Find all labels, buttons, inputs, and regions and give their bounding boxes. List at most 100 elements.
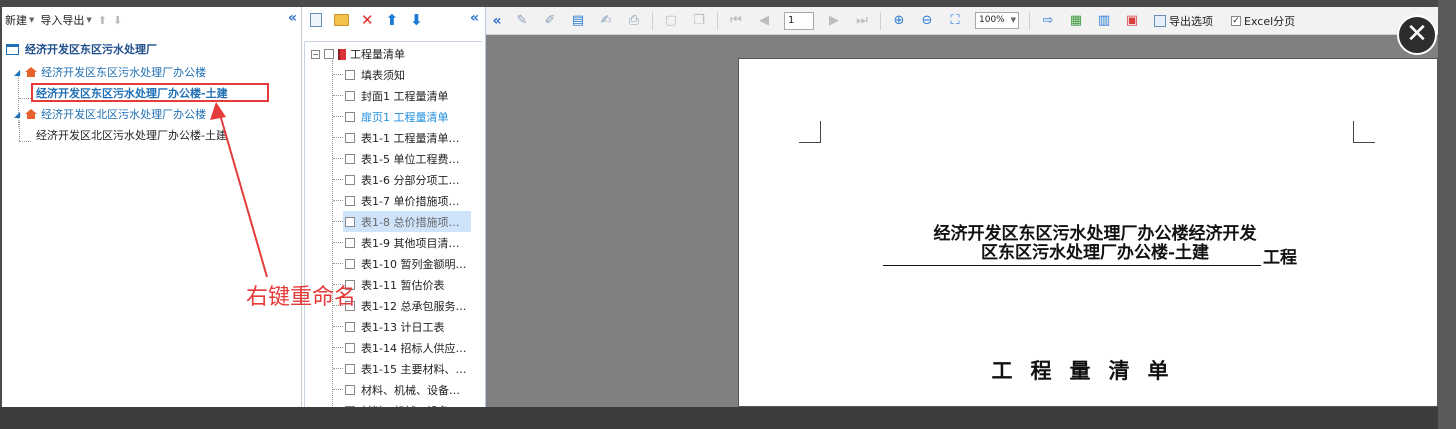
separator xyxy=(717,11,718,30)
export-icon[interactable]: ⇨ xyxy=(1034,13,1062,28)
export-options-button[interactable]: 导出选项 xyxy=(1154,13,1213,29)
report-page: 经济开发区东区污水处理厂办公楼经济开发 区东区污水处理厂办公楼-土建 工程 工程… xyxy=(738,58,1438,407)
separator xyxy=(880,11,881,30)
report-list-item-label: 填表须知 xyxy=(361,68,405,82)
tree-line xyxy=(19,98,31,99)
page-setup-icon[interactable]: ▤ xyxy=(564,13,592,28)
chevron-down-icon: ▼ xyxy=(1010,16,1016,24)
report-list-item[interactable]: 表1-6 分部分项工… xyxy=(345,169,473,190)
last-page-icon[interactable]: ⏭ xyxy=(848,13,876,28)
tree-root[interactable]: 经济开发区东区污水处理厂 xyxy=(6,41,157,57)
export-excel-icon[interactable]: ▦ xyxy=(1062,13,1090,28)
first-page-icon[interactable]: ⏮ xyxy=(722,13,750,28)
report-list-item-label: 表1-6 分部分项工… xyxy=(361,173,460,187)
tree-item-building-east[interactable]: ◢ 经济开发区东区污水处理厂办公楼 xyxy=(14,64,206,80)
next-page-icon[interactable]: ▶ xyxy=(820,13,848,28)
new-report-icon[interactable] xyxy=(310,13,322,27)
report-list-item-label: 材料、机械、设备… xyxy=(361,383,460,397)
move-down-icon[interactable]: ⬇ xyxy=(410,11,423,29)
print-icon[interactable]: ⎙ xyxy=(620,13,648,28)
multi-page-icon[interactable]: ❐ xyxy=(685,13,713,28)
checkbox[interactable] xyxy=(345,342,355,353)
excel-paging-checkbox[interactable]: ✓ Excel分页 xyxy=(1231,13,1295,29)
report-list-item[interactable]: 材料、机械、设备… xyxy=(345,400,473,407)
report-list-item[interactable]: 表1-13 计日工表 xyxy=(345,316,473,337)
checkbox[interactable] xyxy=(345,132,355,143)
report-list-item-label: 表1-13 计日工表 xyxy=(361,320,445,334)
fit-page-icon[interactable]: ⛶ xyxy=(941,13,969,28)
title-underline xyxy=(883,265,1261,266)
collapse-panel-icon[interactable]: « xyxy=(288,10,297,26)
folder-icon[interactable] xyxy=(334,14,349,26)
edit-icon[interactable]: ✎ xyxy=(508,13,536,28)
tree-item-building-north[interactable]: ◢ 经济开发区北区污水处理厂办公楼 xyxy=(14,106,206,122)
page-number-input[interactable]: 1 xyxy=(784,11,814,30)
tree-line xyxy=(333,200,343,201)
checkbox[interactable] xyxy=(345,384,355,395)
report-list-item-label: 表1-1 工程量清单… xyxy=(361,131,460,145)
tree-item-east-civil[interactable]: 经济开发区东区污水处理厂办公楼-土建 xyxy=(36,85,228,101)
report-root[interactable]: − 工程量清单 xyxy=(311,44,405,64)
report-list-item[interactable]: 表1-5 单位工程费… xyxy=(345,148,473,169)
checkbox[interactable] xyxy=(345,174,355,185)
move-down-icon[interactable]: ⬇ xyxy=(113,14,122,27)
tree-line xyxy=(333,74,343,75)
report-preview: « ✎ ✐ ▤ ✍ ⎙ ▢ ❐ ⏮ ◀ 1 ▶ ⏭ ⊕ ⊖ ⛶ 100% ▼ ⇨ xyxy=(486,7,1438,407)
book-icon xyxy=(338,48,346,60)
report-list-item[interactable]: 材料、机械、设备… xyxy=(345,379,473,400)
tree-line xyxy=(333,242,343,243)
zoom-in-icon[interactable]: ⊕ xyxy=(885,13,913,28)
report-list-item[interactable]: 表1-12 总承包服务… xyxy=(345,295,473,316)
report-list-item[interactable]: 扉页1 工程量清单 xyxy=(345,106,473,127)
checkbox[interactable] xyxy=(345,237,355,248)
export-word-icon[interactable]: ▥ xyxy=(1090,13,1118,28)
report-list-item[interactable]: 表1-1 工程量清单… xyxy=(345,127,473,148)
left-toolbar: 新建 ▼ 导入导出 ▼ ⬆ ⬇ xyxy=(2,7,301,33)
collapse-panel-icon[interactable]: « xyxy=(486,13,508,29)
chevron-down-icon: ▼ xyxy=(29,16,35,24)
report-list-item[interactable]: 表1-14 招标人供应… xyxy=(345,337,473,358)
delete-icon[interactable]: ✕ xyxy=(361,11,374,29)
report-list-item-label: 封面1 工程量清单 xyxy=(361,89,449,103)
checkbox[interactable] xyxy=(345,216,355,227)
expand-triangle-icon[interactable]: ◢ xyxy=(14,110,20,119)
checkbox[interactable] xyxy=(345,258,355,269)
report-list-item[interactable]: 表1-9 其他项目清… xyxy=(345,232,473,253)
collapse-icon[interactable]: − xyxy=(311,49,320,59)
tree-line xyxy=(333,221,343,222)
report-list-item[interactable]: 表1-10 暂列金额明… xyxy=(345,253,473,274)
move-up-icon[interactable]: ⬆ xyxy=(386,11,399,29)
move-up-icon[interactable]: ⬆ xyxy=(98,14,107,27)
new-button[interactable]: 新建 ▼ xyxy=(5,12,34,28)
export-pdf-icon[interactable]: ▣ xyxy=(1118,13,1146,28)
report-list-item[interactable]: 封面1 工程量清单 xyxy=(345,85,473,106)
close-icon[interactable]: ✕ xyxy=(1397,15,1437,55)
report-list-item[interactable]: 表1-15 主要材料、… xyxy=(345,358,473,379)
report-list-item-label: 表1-8 总价措施项… xyxy=(361,215,460,229)
checkbox[interactable] xyxy=(345,363,355,374)
checkbox[interactable] xyxy=(324,49,334,59)
report-list-item[interactable]: 填表须知 xyxy=(345,64,473,85)
import-export-button[interactable]: 导入导出 ▼ xyxy=(40,12,91,28)
expand-triangle-icon[interactable]: ◢ xyxy=(14,68,20,77)
zoom-select[interactable]: 100% ▼ xyxy=(975,12,1019,29)
prev-page-icon[interactable]: ◀ xyxy=(750,13,778,28)
edit-report-icon[interactable]: ✍ xyxy=(592,13,620,28)
checkbox[interactable] xyxy=(345,321,355,332)
report-list-item[interactable]: 表1-8 总价措施项… xyxy=(343,211,471,232)
home-icon xyxy=(25,109,38,119)
report-list-item[interactable]: 表1-7 单价措施项… xyxy=(345,190,473,211)
report-list-item-label: 扉页1 工程量清单 xyxy=(361,110,449,124)
checkbox[interactable] xyxy=(345,90,355,101)
tree-item-north-civil[interactable]: 经济开发区北区污水处理厂办公楼-土建 xyxy=(36,127,227,143)
checkbox[interactable] xyxy=(345,195,355,206)
report-list-item[interactable]: 表1-11 暂估价表 xyxy=(345,274,473,295)
collapse-panel-icon[interactable]: « xyxy=(470,10,479,26)
checkbox[interactable] xyxy=(345,153,355,164)
single-page-icon[interactable]: ▢ xyxy=(657,13,685,28)
zoom-out-icon[interactable]: ⊖ xyxy=(913,13,941,28)
design-icon[interactable]: ✐ xyxy=(536,13,564,28)
checkbox[interactable] xyxy=(345,69,355,80)
check-icon: ✓ xyxy=(1231,15,1241,26)
checkbox[interactable] xyxy=(345,111,355,122)
